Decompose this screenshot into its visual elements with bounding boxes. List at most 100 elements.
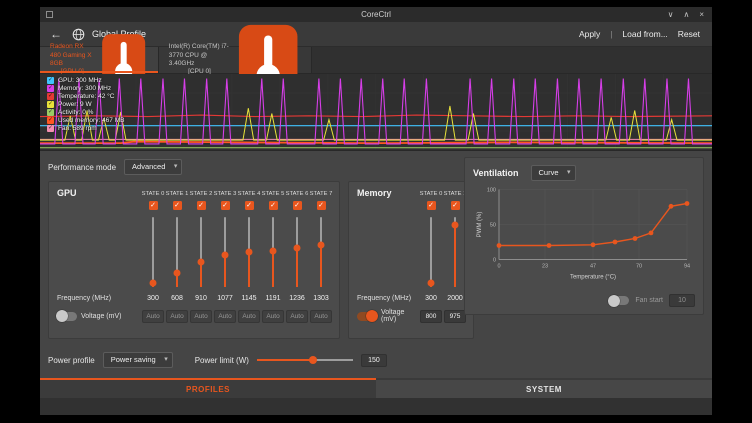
fan-curve-chart[interactable]: 023477094050100Temperature (°C)PWM (%) — [473, 182, 695, 293]
state-voltage-value[interactable]: 800 — [420, 310, 442, 323]
legend-item: ✓GPU: 300 MHz — [47, 77, 124, 84]
state-checkbox[interactable]: ✓ — [197, 201, 206, 210]
state-voltage-value[interactable]: Auto — [262, 310, 284, 323]
tab-profiles[interactable]: PROFILES — [40, 378, 376, 398]
state-checkbox[interactable]: ✓ — [317, 201, 326, 210]
state-checkbox[interactable]: ✓ — [221, 201, 230, 210]
state-voltage-value[interactable]: Auto — [190, 310, 212, 323]
fan-curve-point[interactable] — [649, 231, 654, 236]
slider-knob[interactable] — [428, 280, 435, 287]
fan-curve-plot: 023477094050100Temperature (°C)PWM (%) — [473, 182, 695, 293]
svg-text:23: 23 — [542, 264, 548, 270]
tab-cpu-device[interactable]: Intel(R) Core(TM) i7-3770 CPU @ 3.40GHz … — [159, 47, 312, 73]
performance-mode-label: Performance mode — [48, 163, 116, 172]
spacer — [57, 199, 141, 213]
ventilation-mode-select[interactable]: Curve — [531, 165, 576, 181]
state-voltage-value[interactable]: 975 — [444, 310, 466, 323]
apply-button[interactable]: Apply — [579, 29, 600, 39]
frequency-row-label: Frequency (MHz) — [57, 295, 141, 302]
fan-start-value[interactable]: 10 — [669, 294, 695, 307]
back-button[interactable]: ← — [50, 28, 62, 40]
fan-curve-point[interactable] — [497, 243, 502, 248]
slider-knob[interactable] — [318, 242, 325, 249]
state-voltage-value[interactable]: Auto — [310, 310, 332, 323]
performance-mode-select[interactable]: Advanced — [124, 159, 182, 175]
close-button[interactable]: × — [699, 11, 704, 19]
state-checkbox[interactable]: ✓ — [451, 201, 460, 210]
state-frequency-slider[interactable] — [244, 215, 254, 289]
voltage-toggle[interactable] — [357, 312, 377, 321]
state-slider-cell — [165, 213, 189, 291]
power-limit-slider[interactable] — [257, 355, 353, 365]
spacer — [357, 199, 419, 213]
tab-gpu-device[interactable]: Radeon RX 480 Gaming X 8GB [GPU 0] — [40, 47, 159, 73]
slider-knob[interactable] — [294, 245, 301, 252]
state-checkbox[interactable]: ✓ — [149, 201, 158, 210]
legend-checkbox[interactable]: ✓ — [47, 77, 54, 84]
legend-checkbox[interactable]: ✓ — [47, 93, 54, 100]
reset-button[interactable]: Reset — [678, 29, 700, 39]
fan-start-toggle[interactable] — [609, 296, 629, 305]
state-frequency-slider[interactable] — [450, 215, 460, 289]
slider-knob[interactable] — [174, 269, 181, 276]
state-voltage-value[interactable]: Auto — [166, 310, 188, 323]
state-voltage-value[interactable]: Auto — [214, 310, 236, 323]
state-voltage-value[interactable]: Auto — [238, 310, 260, 323]
state-checkbox[interactable]: ✓ — [173, 201, 182, 210]
state-slider-cell — [261, 213, 285, 291]
tab-system[interactable]: SYSTEM — [376, 378, 712, 398]
cpu-tab-name: Intel(R) Core(TM) i7-3770 CPU @ 3.40GHz — [169, 43, 230, 68]
slider-knob[interactable] — [246, 249, 253, 256]
power-limit-knob[interactable] — [309, 356, 317, 364]
spacer — [57, 213, 141, 291]
fan-curve-point[interactable] — [547, 243, 552, 248]
fan-curve-point[interactable] — [591, 242, 596, 247]
state-frequency-value: 1236 — [285, 295, 309, 302]
legend-checkbox[interactable]: ✓ — [47, 109, 54, 116]
slider-knob[interactable] — [150, 280, 157, 287]
minimize-button[interactable]: ∨ — [668, 11, 674, 19]
power-profile-select[interactable]: Power saving — [103, 352, 173, 368]
state-frequency-slider[interactable] — [172, 215, 182, 289]
state-frequency-slider[interactable] — [220, 215, 230, 289]
legend-item: ✓Memory: 300 MHz — [47, 85, 124, 92]
state-voltage-value[interactable]: Auto — [142, 310, 164, 323]
legend-checkbox[interactable]: ✓ — [47, 117, 54, 124]
state-checkbox-cell: ✓ — [189, 199, 213, 213]
legend-checkbox[interactable]: ✓ — [47, 85, 54, 92]
state-frequency-slider[interactable] — [292, 215, 302, 289]
state-voltage-value[interactable]: Auto — [286, 310, 308, 323]
state-slider-cell — [309, 213, 333, 291]
state-frequency-slider[interactable] — [196, 215, 206, 289]
state-checkbox[interactable]: ✓ — [293, 201, 302, 210]
spacer — [357, 213, 419, 291]
state-checkbox[interactable]: ✓ — [245, 201, 254, 210]
load-from-button[interactable]: Load from... — [622, 29, 667, 39]
legend-label: Power: 9 W — [58, 101, 92, 108]
maximize-button[interactable]: ∧ — [683, 11, 689, 19]
legend-checkbox[interactable]: ✓ — [47, 101, 54, 108]
slider-knob[interactable] — [222, 251, 229, 258]
voltage-toggle[interactable] — [57, 312, 77, 321]
power-limit-value[interactable]: 150 — [361, 354, 387, 367]
fan-curve-point[interactable] — [685, 201, 690, 206]
slider-knob[interactable] — [198, 258, 205, 265]
state-frequency-slider[interactable] — [426, 215, 436, 289]
state-name: STATE 7 — [309, 191, 333, 197]
slider-knob[interactable] — [452, 222, 459, 229]
state-checkbox[interactable]: ✓ — [427, 201, 436, 210]
ventilation-panel: Ventilation Curve 023477094050100Tempera… — [464, 157, 704, 315]
state-frequency-slider[interactable] — [268, 215, 278, 289]
state-frequency-slider[interactable] — [148, 215, 158, 289]
state-frequency-value: 1077 — [213, 295, 237, 302]
fan-curve-point[interactable] — [613, 240, 618, 245]
state-slider-cell — [213, 213, 237, 291]
fan-curve-point[interactable] — [669, 204, 674, 209]
slider-knob[interactable] — [270, 247, 277, 254]
legend-checkbox[interactable]: ✓ — [47, 125, 54, 132]
state-slider-cell — [237, 213, 261, 291]
fan-curve-point[interactable] — [633, 236, 638, 241]
state-frequency-slider[interactable] — [316, 215, 326, 289]
state-checkbox[interactable]: ✓ — [269, 201, 278, 210]
legend-label: Activity: 0 % — [58, 109, 93, 116]
